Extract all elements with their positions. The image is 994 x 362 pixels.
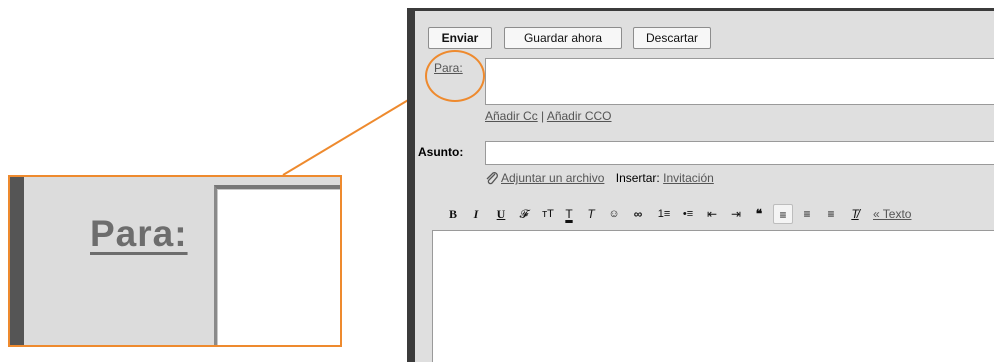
italic-button[interactable]: I bbox=[470, 204, 482, 224]
indent-more-icon[interactable]: ⇥ bbox=[727, 204, 745, 224]
indent-less-icon[interactable]: ⇤ bbox=[703, 204, 721, 224]
zoom-to-field bbox=[214, 185, 340, 345]
discard-button[interactable]: Descartar bbox=[633, 27, 711, 49]
underline-button[interactable]: U bbox=[495, 204, 507, 224]
zoom-callout: Para: bbox=[8, 175, 342, 347]
paperclip-icon bbox=[486, 172, 498, 185]
message-body[interactable] bbox=[432, 230, 994, 362]
cc-separator: | bbox=[541, 109, 545, 123]
compose-window: Enviar Guardar ahora Descartar Para: Aña… bbox=[407, 8, 994, 362]
bulleted-list-icon[interactable]: •≡ bbox=[679, 204, 697, 224]
attach-row: Adjuntar un archivo Insertar: Invitación bbox=[485, 171, 714, 185]
text-color-icon[interactable]: T bbox=[561, 204, 577, 224]
align-center-icon[interactable]: ≡ bbox=[798, 204, 816, 224]
add-bcc-link[interactable]: Añadir CCO bbox=[547, 109, 612, 123]
bold-button[interactable]: B bbox=[447, 204, 459, 224]
send-button[interactable]: Enviar bbox=[428, 27, 492, 49]
subject-label: Asunto: bbox=[418, 145, 464, 159]
cc-bcc-row: Añadir Cc | Añadir CCO bbox=[485, 109, 612, 123]
font-size-icon[interactable]: тT bbox=[538, 204, 558, 224]
remove-formatting-icon[interactable]: T̸ bbox=[847, 204, 863, 224]
insert-label: Insertar: bbox=[615, 171, 660, 185]
save-now-button[interactable]: Guardar ahora bbox=[504, 27, 622, 49]
formatting-toolbar: B I U 𝓕 тT T T ☺ ∞ 1≡ •≡ ⇤ ⇥ ❝ ≡ ≡ ≡ T̸ … bbox=[437, 204, 994, 226]
zoom-to-label: Para: bbox=[90, 213, 188, 254]
emoji-icon[interactable]: ☺ bbox=[607, 204, 621, 224]
subject-field[interactable] bbox=[485, 141, 994, 165]
to-field[interactable] bbox=[485, 58, 994, 105]
zoom-window-edge bbox=[10, 177, 24, 345]
highlight-circle bbox=[425, 50, 485, 102]
numbered-list-icon[interactable]: 1≡ bbox=[655, 204, 673, 224]
plain-text-link[interactable]: « Texto bbox=[873, 204, 933, 224]
attach-file-link[interactable]: Adjuntar un archivo bbox=[501, 171, 604, 185]
quote-icon[interactable]: ❝ bbox=[751, 204, 767, 224]
highlight-color-icon[interactable]: T bbox=[583, 204, 599, 224]
add-cc-link[interactable]: Añadir Cc bbox=[485, 109, 538, 123]
font-icon[interactable]: 𝓕 bbox=[515, 204, 533, 224]
align-right-icon[interactable]: ≡ bbox=[822, 204, 840, 224]
invitation-link[interactable]: Invitación bbox=[663, 171, 714, 185]
link-icon[interactable]: ∞ bbox=[629, 204, 647, 224]
align-left-icon[interactable]: ≡ bbox=[773, 204, 793, 224]
